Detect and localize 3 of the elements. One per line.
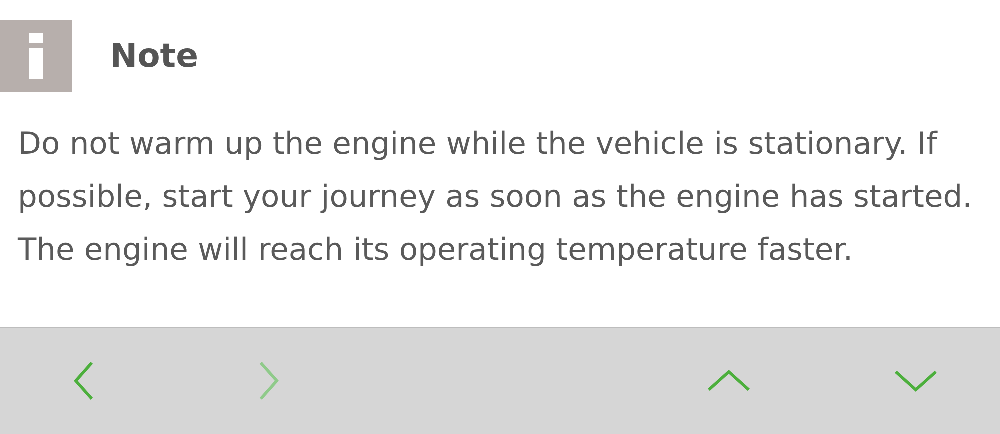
info-icon	[0, 20, 72, 92]
note-text: Do not warm up the engine while the vehicle is stationary. If possible, start your journey as soon as the engine has started. The engine will reach its operating temperature faster.	[18, 126, 974, 270]
note-title: Note	[110, 35, 198, 78]
